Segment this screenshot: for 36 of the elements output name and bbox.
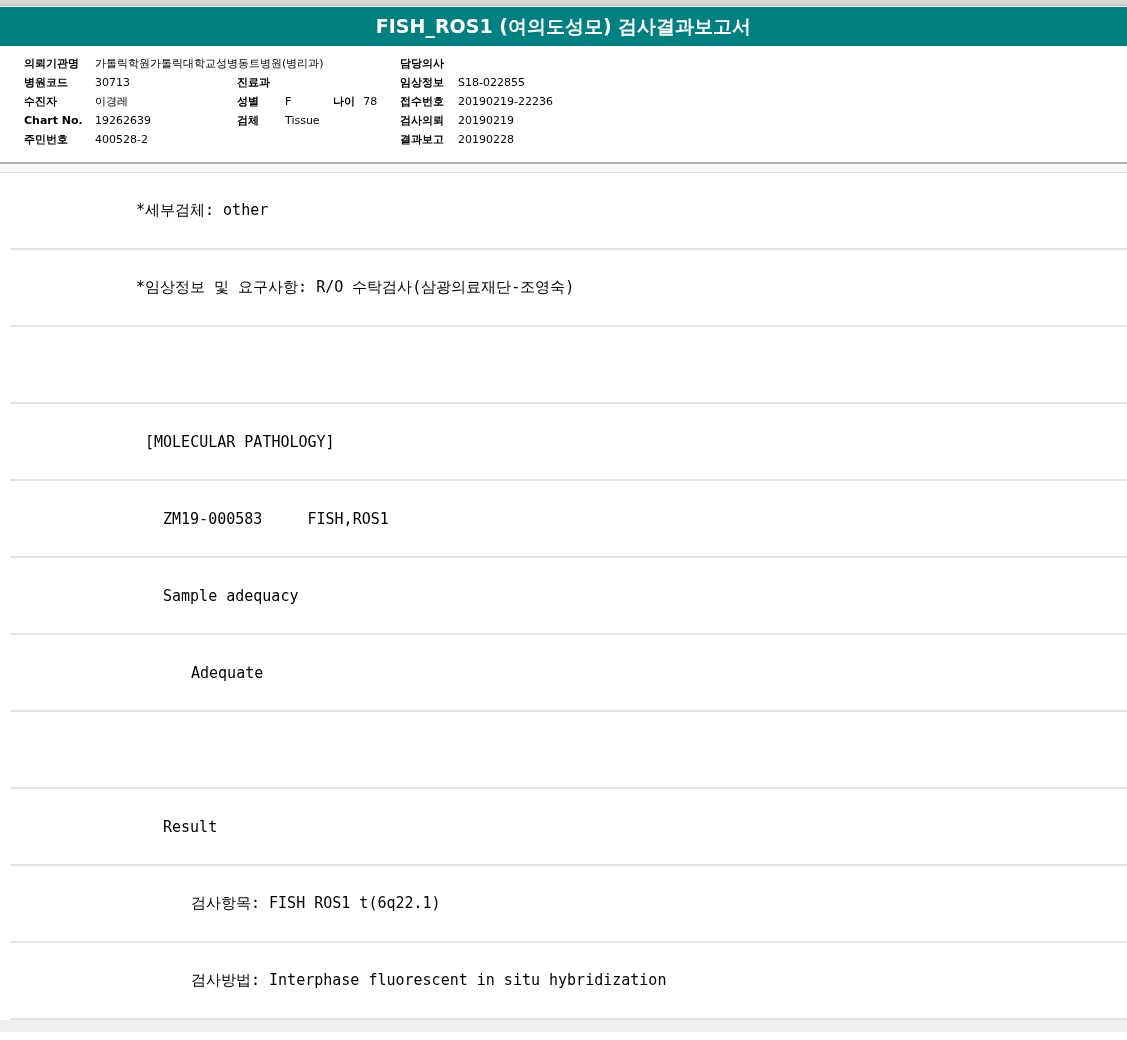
field-label: 성별 xyxy=(237,94,260,109)
field-value: S18-022855 xyxy=(458,76,525,89)
report-line: 검사항목: FISH ROS1 t(6q22.1) xyxy=(191,894,441,913)
field-label: 수진자 xyxy=(24,94,58,109)
report-line: ZM19-000583 FISH,ROS1 xyxy=(163,509,389,528)
field-value: 19262639 xyxy=(95,114,151,127)
report-line: Sample adequacy xyxy=(163,586,299,605)
field-label: 검체 xyxy=(237,113,260,128)
field-label: 접수번호 xyxy=(400,94,445,109)
report-line: Adequate xyxy=(191,663,264,682)
field-label: 주민번호 xyxy=(24,132,69,147)
field-value: 20190219-22236 xyxy=(458,95,553,108)
field-label: Chart No. xyxy=(24,114,84,127)
field-label: 나이 xyxy=(333,94,356,109)
field-value: 78 xyxy=(363,95,378,108)
field-label: 검사의뢰 xyxy=(400,113,445,128)
field-label: 임상정보 xyxy=(400,75,445,90)
field-value: 이경레 xyxy=(95,94,128,109)
field-value: F xyxy=(285,95,292,108)
field-value: 20190219 xyxy=(458,114,514,127)
report-line: Result xyxy=(163,817,218,836)
field-label: 병원코드 xyxy=(24,75,69,90)
field-value: 30713 xyxy=(95,76,130,89)
report-line: [MOLECULAR PATHOLOGY] xyxy=(145,432,335,451)
report-line: *세부검체: other xyxy=(136,201,269,220)
field-label: 결과보고 xyxy=(400,132,445,147)
field-label: 담당의사 xyxy=(400,56,445,71)
field-value: 20190228 xyxy=(458,133,514,146)
field-value: 가톨릭학원가톨릭대학교성병동트병원(병리과) xyxy=(95,56,324,71)
field-value: Tissue xyxy=(285,114,320,127)
field-value: 400528-2 xyxy=(95,133,148,146)
field-label: 의뢰기관명 xyxy=(24,56,80,71)
report-line: *임상정보 및 요구사항: R/O 수탁검사(삼광의료재단-조영숙) xyxy=(136,278,575,297)
field-label: 진료과 xyxy=(237,75,271,90)
report-line: 검사방법: Interphase fluorescent in situ hybridization xyxy=(191,971,667,990)
report-title: FISH_ROS1 (여의도성모) 검사결과보고서 xyxy=(0,7,1127,46)
